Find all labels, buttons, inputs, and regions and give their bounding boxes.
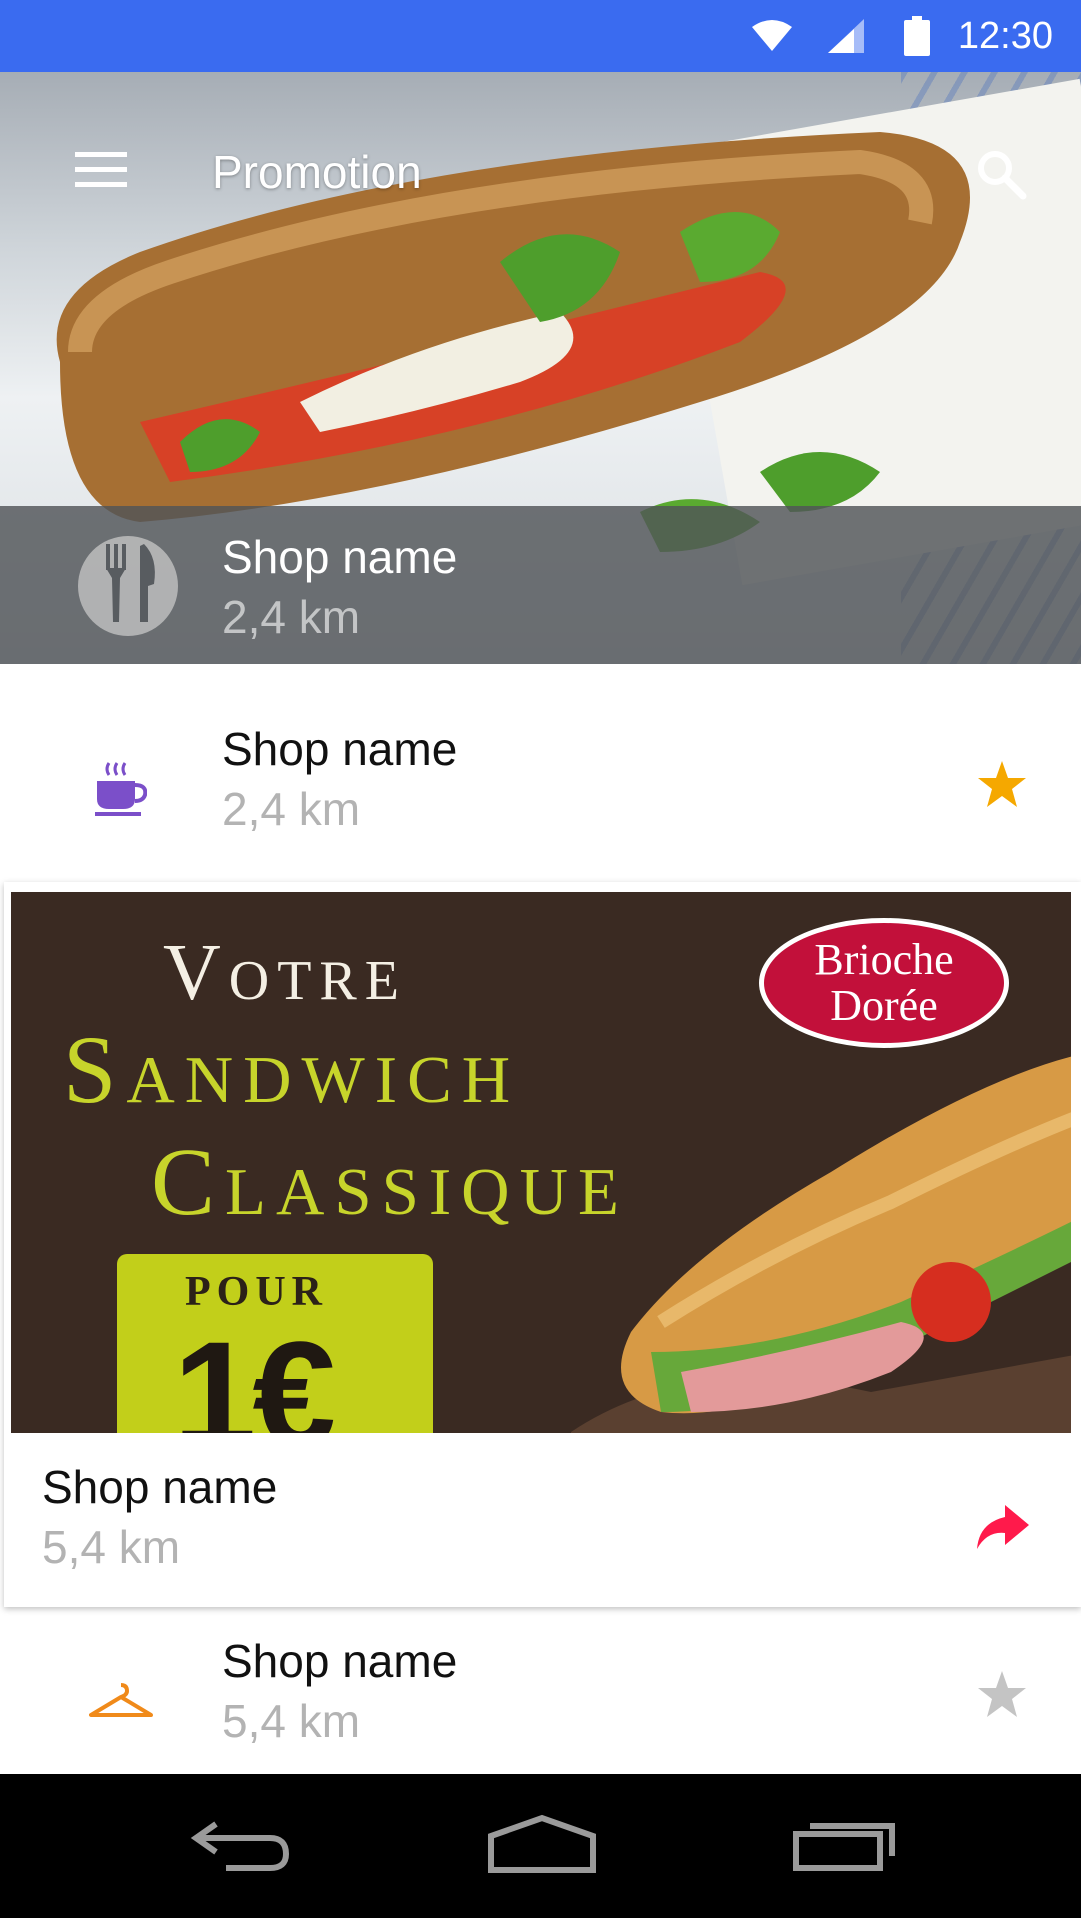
search-button[interactable] bbox=[961, 136, 1041, 216]
toolbar: Promotion bbox=[0, 72, 1081, 248]
featured-shop-distance: 2,4 km bbox=[222, 591, 361, 643]
featured-shop-name: Shop name bbox=[222, 531, 458, 583]
page-title: Promotion bbox=[212, 146, 422, 198]
promo-shop-distance: 5,4 km bbox=[42, 1521, 181, 1573]
search-icon bbox=[975, 148, 1027, 205]
share-button[interactable] bbox=[967, 1494, 1037, 1564]
home-button[interactable] bbox=[482, 1806, 602, 1886]
featured-shop-info[interactable]: Shop name 2,4 km bbox=[0, 506, 1081, 664]
price-value: 1€ bbox=[173, 1310, 336, 1433]
recents-icon bbox=[792, 1816, 896, 1877]
clock: 12:30 bbox=[957, 15, 1053, 57]
avatar bbox=[78, 536, 178, 636]
fork-knife-icon bbox=[98, 543, 158, 629]
navigation-bar bbox=[0, 1774, 1081, 1918]
wifi-icon bbox=[752, 0, 792, 72]
baguette-image bbox=[571, 1056, 1071, 1433]
shop-name: Shop name bbox=[222, 1635, 458, 1687]
back-button[interactable] bbox=[180, 1806, 300, 1886]
promo-card[interactable]: Votre Sandwich Classique Brioche Dorée P… bbox=[4, 882, 1081, 1607]
list-item[interactable]: Shop name 5,4 km bbox=[0, 1632, 1081, 1774]
menu-button[interactable] bbox=[66, 142, 136, 202]
brand-name-line1: Brioche bbox=[814, 935, 954, 984]
promo-banner-image[interactable]: Votre Sandwich Classique Brioche Dorée P… bbox=[11, 892, 1071, 1433]
recents-button[interactable] bbox=[784, 1806, 904, 1886]
signal-icon bbox=[828, 0, 864, 72]
price-tag: POUR 1€ bbox=[117, 1254, 433, 1433]
share-arrow-icon bbox=[975, 1504, 1029, 1554]
promo-shop-name: Shop name bbox=[42, 1461, 278, 1513]
shop-distance: 5,4 km bbox=[222, 1695, 361, 1747]
promo-headline-3: Classique bbox=[151, 1128, 629, 1235]
brand-logo: Brioche Dorée bbox=[759, 918, 1009, 1048]
promo-headline-2: Sandwich bbox=[63, 1016, 521, 1123]
star-icon bbox=[976, 759, 1028, 816]
status-bar: 12:30 bbox=[0, 0, 1081, 72]
star-icon bbox=[976, 1669, 1028, 1726]
hanger-icon bbox=[84, 1664, 158, 1738]
shop-distance: 2,4 km bbox=[222, 783, 361, 835]
menu-icon bbox=[75, 150, 127, 195]
list-item[interactable]: Shop name 2,4 km bbox=[0, 694, 1081, 884]
battery-icon bbox=[904, 0, 930, 72]
home-icon bbox=[487, 1814, 597, 1879]
brand-name-line2: Dorée bbox=[830, 981, 938, 1030]
shop-name: Shop name bbox=[222, 723, 458, 775]
coffee-cup-icon bbox=[84, 752, 158, 826]
featured-hero[interactable]: Promotion Shop name 2,4 km bbox=[0, 72, 1081, 664]
favorite-button[interactable] bbox=[967, 1662, 1037, 1732]
favorite-button[interactable] bbox=[967, 752, 1037, 822]
back-icon bbox=[190, 1814, 290, 1879]
promo-headline-1: Votre bbox=[163, 929, 407, 1017]
